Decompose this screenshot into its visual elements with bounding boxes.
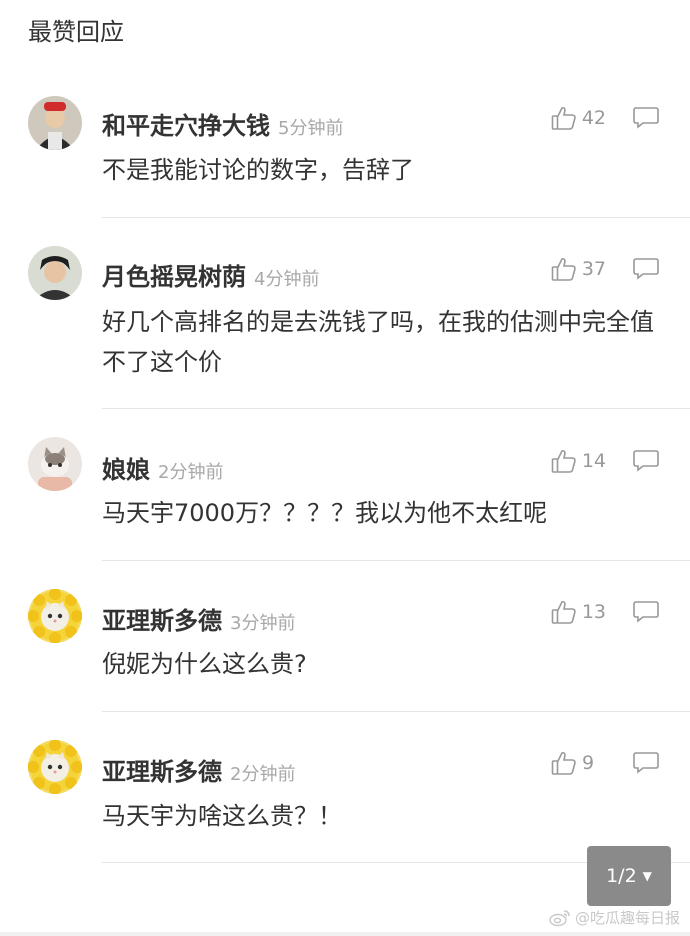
reply-icon[interactable] bbox=[632, 105, 660, 131]
like-count: 37 bbox=[581, 258, 606, 280]
divider bbox=[102, 560, 690, 561]
watermark-text: @吃瓜趣每日报 bbox=[574, 909, 680, 927]
comment-text: 马天宇为啥这么贵？！ bbox=[102, 802, 342, 830]
comment-time: 4分钟前 bbox=[254, 269, 320, 290]
comment-actions: 37 bbox=[550, 255, 660, 283]
comment-actions: 42 bbox=[550, 104, 660, 132]
reply-icon[interactable] bbox=[632, 750, 660, 776]
comment-author[interactable]: 亚理斯多德 3分钟前 bbox=[102, 601, 295, 636]
bottom-bar bbox=[0, 932, 690, 936]
weibo-logo-icon bbox=[549, 909, 570, 926]
section-title: 最赞回应 bbox=[28, 18, 124, 46]
like-count: 13 bbox=[581, 601, 606, 623]
thumbs-up-icon[interactable] bbox=[550, 255, 578, 283]
like-count: 9 bbox=[582, 752, 595, 774]
avatar[interactable] bbox=[28, 740, 82, 794]
avatar[interactable] bbox=[28, 96, 82, 150]
comment-time: 2分钟前 bbox=[158, 462, 224, 483]
comment-time: 3分钟前 bbox=[230, 613, 296, 634]
reply-icon[interactable] bbox=[632, 256, 660, 282]
comment-time: 5分钟前 bbox=[278, 118, 344, 139]
comment-text: 好几个高排名的是去洗钱了吗，在我的估测中完全值不了这个价 bbox=[102, 308, 654, 376]
comment-actions: 9 bbox=[550, 749, 660, 777]
comment-text: 马天宇7000万？？？？我以为他不太红呢 bbox=[102, 499, 548, 527]
like-count: 42 bbox=[581, 107, 606, 129]
page-indicator-label: 1/2 bbox=[606, 865, 637, 887]
avatar[interactable] bbox=[28, 246, 82, 300]
avatar[interactable] bbox=[28, 437, 82, 491]
watermark: @吃瓜趣每日报 bbox=[549, 907, 680, 928]
caret-down-icon: ▼ bbox=[642, 869, 652, 883]
comment-author[interactable]: 月色摇晃树荫 4分钟前 bbox=[102, 257, 319, 292]
thumbs-up-icon[interactable] bbox=[550, 104, 578, 132]
comment-time: 2分钟前 bbox=[230, 764, 296, 785]
page-indicator-button[interactable]: 1/2 ▼ bbox=[587, 846, 671, 906]
thumbs-up-icon[interactable] bbox=[550, 749, 578, 777]
comment-actions: 14 bbox=[550, 447, 660, 475]
reply-icon[interactable] bbox=[632, 599, 660, 625]
divider bbox=[102, 217, 690, 218]
thumbs-up-icon[interactable] bbox=[550, 598, 578, 626]
thumbs-up-icon[interactable] bbox=[550, 447, 578, 475]
avatar[interactable] bbox=[28, 589, 82, 643]
comment-text: 倪妮为什么这么贵? bbox=[102, 650, 307, 678]
comment-author[interactable]: 娘娘 2分钟前 bbox=[102, 450, 223, 485]
reply-icon[interactable] bbox=[632, 448, 660, 474]
comment-author[interactable]: 亚理斯多德 2分钟前 bbox=[102, 752, 295, 787]
comment-actions: 13 bbox=[550, 598, 660, 626]
comment-text: 不是我能讨论的数字，告辞了 bbox=[102, 156, 414, 184]
divider bbox=[102, 408, 690, 409]
like-count: 14 bbox=[581, 450, 606, 472]
divider bbox=[102, 711, 690, 712]
comment-author[interactable]: 和平走穴挣大钱 5分钟前 bbox=[102, 106, 343, 141]
